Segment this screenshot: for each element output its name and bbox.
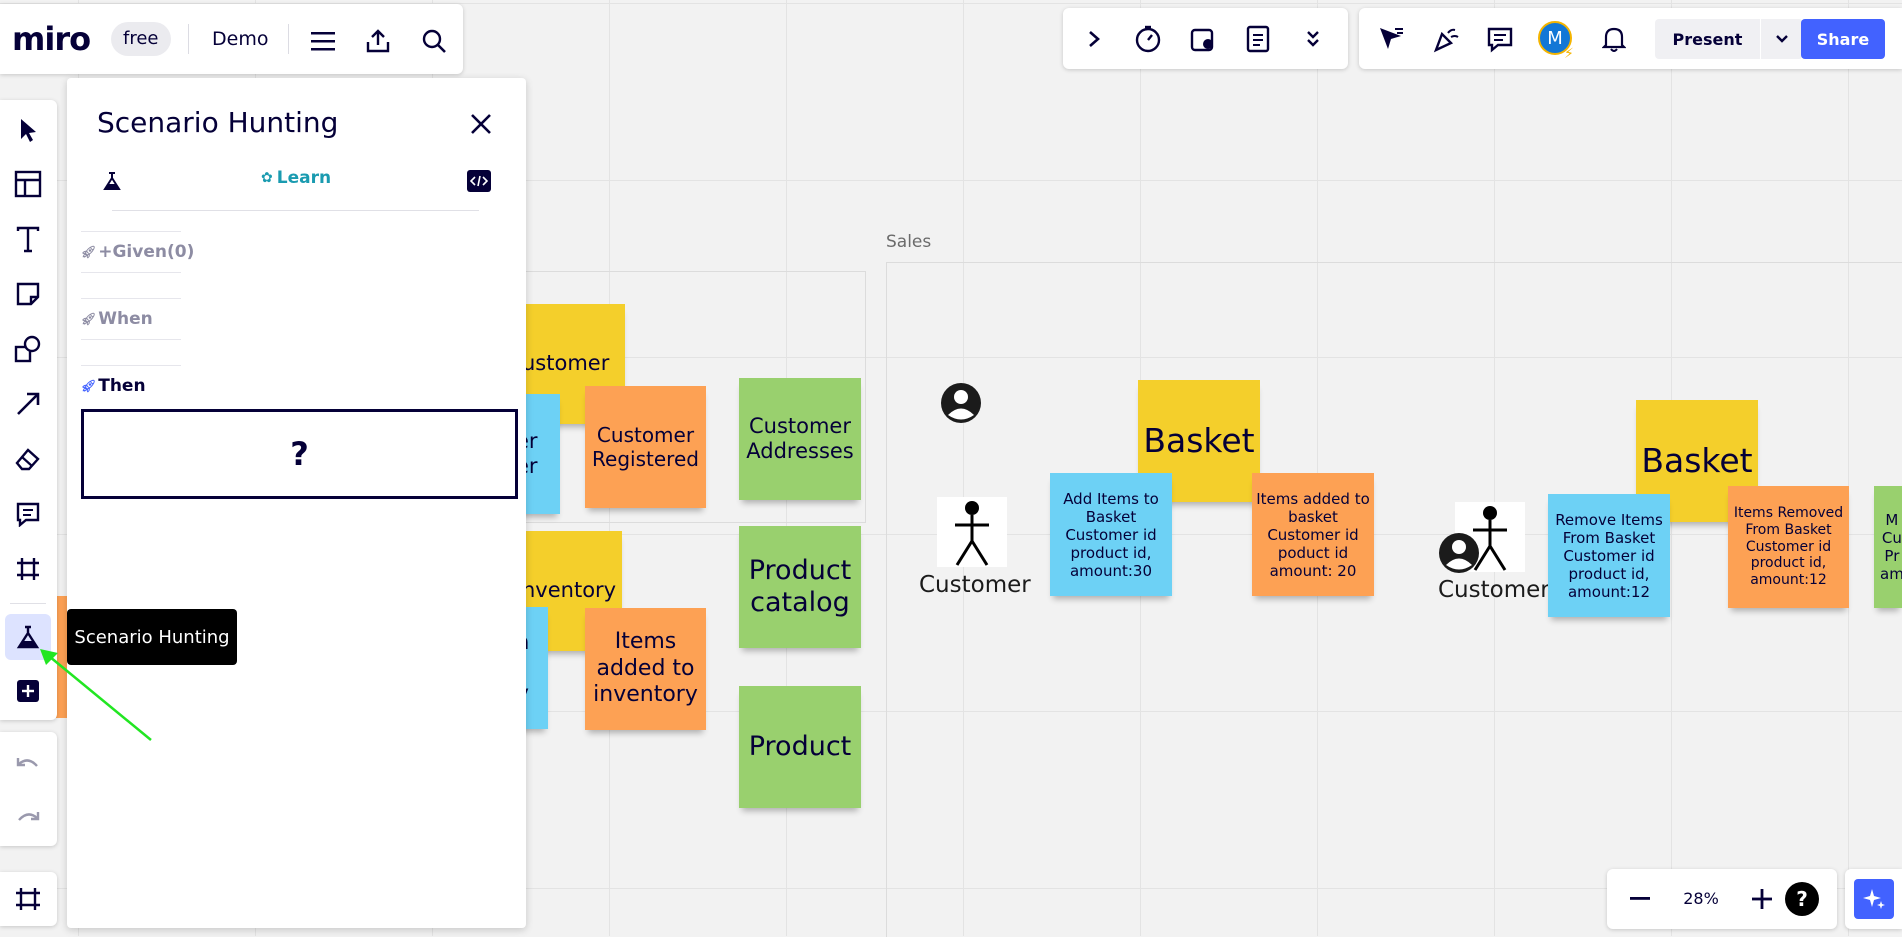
search-icon[interactable] bbox=[417, 24, 451, 58]
given-row[interactable]: 🚀︎ +Given(0) bbox=[81, 231, 194, 273]
then-drop-zone[interactable]: ? bbox=[81, 409, 518, 499]
then-placeholder: ? bbox=[290, 435, 309, 473]
connection-line-icon[interactable] bbox=[10, 386, 46, 422]
sticky-customer-registered[interactable]: Customer Registered bbox=[585, 386, 706, 508]
sparkle-ai-icon[interactable] bbox=[1854, 879, 1894, 919]
share-label: Share bbox=[1816, 29, 1870, 49]
sticky-customer-addresses[interactable]: Customer Addresses bbox=[739, 378, 861, 500]
help-icon[interactable]: ? bbox=[1785, 882, 1819, 916]
user-circle-icon bbox=[940, 382, 982, 424]
zoom-out-icon[interactable] bbox=[1623, 882, 1657, 916]
actor-2-label: Customer bbox=[1438, 577, 1550, 603]
undo-icon[interactable] bbox=[10, 746, 46, 782]
bell-icon[interactable] bbox=[1597, 22, 1631, 56]
share-toolbar: M ⚡ Present Share bbox=[1359, 8, 1902, 69]
text-icon[interactable] bbox=[10, 221, 46, 257]
user-circle-2-icon bbox=[1438, 532, 1480, 574]
panel-divider bbox=[112, 210, 479, 211]
frames-list-icon[interactable] bbox=[10, 881, 46, 917]
chevron-down-icon bbox=[1776, 35, 1788, 43]
rocket-icon: 🚀︎ bbox=[81, 312, 97, 326]
toolbar-divider bbox=[10, 603, 46, 604]
left-toolbar bbox=[0, 100, 57, 720]
comment-icon[interactable] bbox=[10, 496, 46, 532]
zoom-controls: 28% ? bbox=[1607, 869, 1837, 929]
avatar-initial: M bbox=[1547, 27, 1563, 49]
eraser-icon[interactable] bbox=[10, 441, 46, 477]
templates-icon[interactable] bbox=[10, 166, 46, 202]
scenario-hunting-panel: Scenario Hunting ✿ Learn 🚀︎ +Given(0) 🚀︎… bbox=[67, 78, 526, 928]
lightning-badge-icon: ⚡ bbox=[1564, 46, 1574, 62]
celebrate-icon[interactable] bbox=[1429, 22, 1463, 56]
learn-label: Learn bbox=[276, 168, 332, 188]
notes-icon[interactable] bbox=[1241, 22, 1275, 56]
rocket-icon: 🚀︎ bbox=[81, 379, 97, 393]
actor-1-label: Customer bbox=[919, 572, 1031, 598]
rocket-icon: 🚀︎ bbox=[81, 245, 97, 259]
present-label: Present bbox=[1672, 29, 1743, 49]
annotation-arrow bbox=[40, 649, 152, 741]
sticky-items-added-basket[interactable]: Items added to basket Customer id poduct… bbox=[1252, 473, 1374, 596]
divider-1 bbox=[188, 24, 189, 54]
zoom-level[interactable]: 28% bbox=[1671, 889, 1731, 908]
redo-icon[interactable] bbox=[10, 800, 46, 836]
sticky-add-items[interactable]: Add Items to Basket Customer id product … bbox=[1050, 473, 1172, 596]
collaboration-toolbar bbox=[1063, 8, 1348, 69]
frames-panel-toggle bbox=[0, 872, 57, 926]
flask-icon[interactable] bbox=[100, 169, 124, 193]
sticky-remove-items[interactable]: Remove Items From Basket Customer id pro… bbox=[1548, 494, 1670, 617]
panel-title: Scenario Hunting bbox=[97, 106, 339, 139]
top-left-bar: miro free Demo bbox=[0, 4, 463, 74]
share-button[interactable]: Share bbox=[1801, 19, 1885, 59]
then-label: Then bbox=[98, 376, 146, 396]
present-button[interactable]: Present bbox=[1655, 19, 1760, 59]
select-cursor-icon[interactable] bbox=[10, 112, 46, 148]
timer-icon[interactable] bbox=[1131, 22, 1165, 56]
zoom-in-icon[interactable] bbox=[1745, 882, 1779, 916]
divider-2 bbox=[288, 24, 289, 54]
ai-assist-panel bbox=[1845, 869, 1902, 929]
comments-icon[interactable] bbox=[1483, 22, 1517, 56]
present-dropdown-button[interactable] bbox=[1761, 19, 1803, 59]
sticky-items-removed[interactable]: Items Removed From Basket Customer id pr… bbox=[1728, 486, 1849, 608]
miro-logo[interactable]: miro bbox=[12, 20, 91, 58]
plan-badge[interactable]: free bbox=[111, 22, 171, 56]
chevrons-down-icon[interactable] bbox=[1296, 22, 1330, 56]
chevron-right-icon[interactable] bbox=[1077, 22, 1111, 56]
shapes-icon[interactable] bbox=[10, 331, 46, 367]
sparkle-icon: ✿ bbox=[261, 170, 273, 186]
menu-icon[interactable] bbox=[306, 24, 340, 58]
sticky-note-icon[interactable] bbox=[10, 276, 46, 312]
then-row[interactable]: 🚀︎ Then bbox=[81, 365, 181, 406]
undo-redo-toolbar bbox=[0, 732, 57, 846]
export-icon[interactable] bbox=[361, 24, 395, 58]
actor-stick-figure-icon bbox=[937, 497, 1007, 567]
close-icon[interactable] bbox=[465, 108, 497, 140]
sales-frame-label: Sales bbox=[886, 232, 932, 252]
reactions-board-icon[interactable] bbox=[1186, 22, 1220, 56]
sticky-green-partial[interactable]: M Cu Pr am bbox=[1874, 486, 1902, 608]
code-icon[interactable] bbox=[467, 170, 491, 192]
board-name[interactable]: Demo bbox=[212, 28, 268, 50]
learn-link[interactable]: ✿ Learn bbox=[261, 168, 331, 188]
sticky-product[interactable]: Product bbox=[739, 686, 861, 808]
sticky-product-catalog[interactable]: Product catalog bbox=[739, 526, 861, 648]
when-row[interactable]: 🚀︎ When bbox=[81, 298, 181, 340]
frame-icon[interactable] bbox=[10, 551, 46, 587]
when-label: When bbox=[98, 309, 153, 329]
sticky-items-added-to-inventory[interactable]: Items added to inventory bbox=[585, 608, 706, 730]
cursor-filter-icon[interactable] bbox=[1374, 22, 1408, 56]
given-label: +Given(0) bbox=[98, 242, 195, 262]
